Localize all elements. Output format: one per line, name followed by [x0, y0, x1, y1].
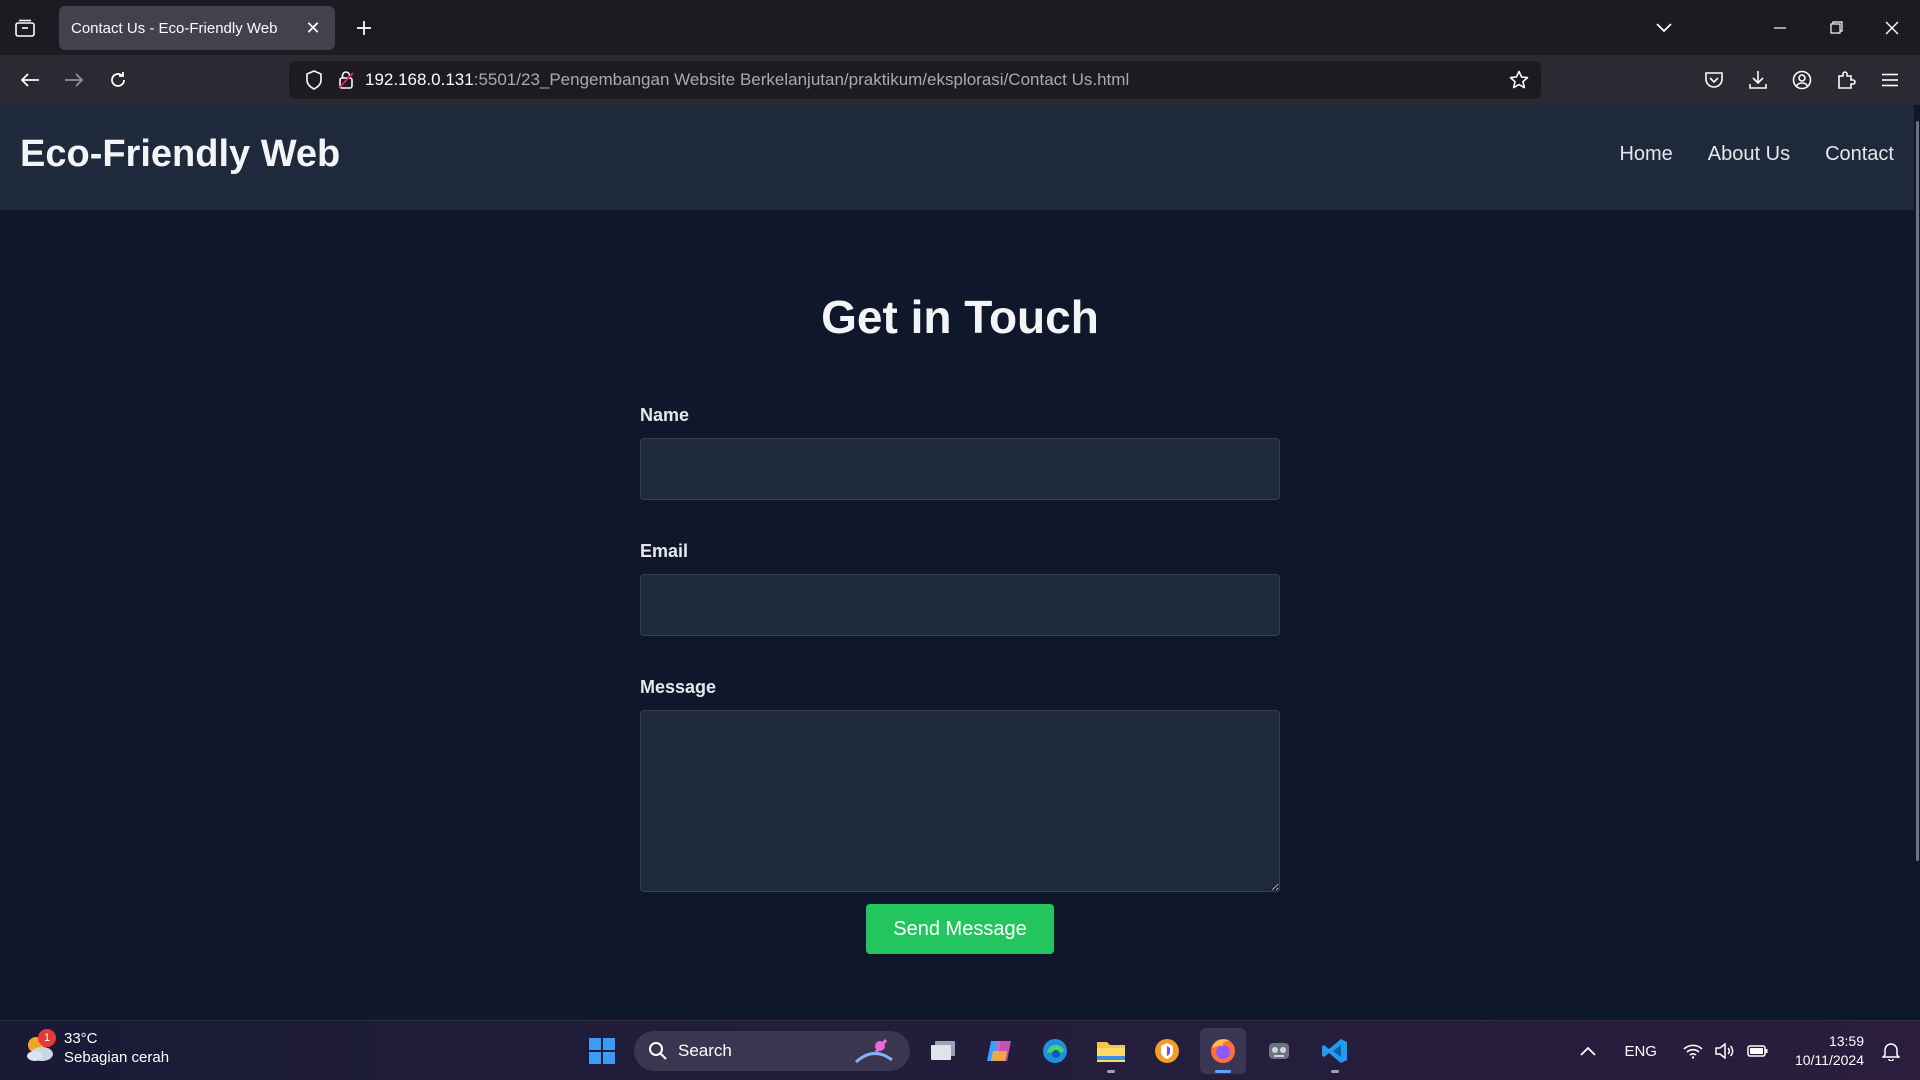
search-highlight-icon: [855, 1039, 893, 1064]
page-scrollbar[interactable]: [1914, 105, 1920, 1020]
tab-close-icon[interactable]: ✕: [303, 18, 323, 39]
scrollbar-thumb[interactable]: [1916, 121, 1919, 861]
restore-icon[interactable]: [1808, 0, 1864, 55]
url-path: :5501/23_Pengembangan Website Berkelanju…: [473, 70, 1130, 89]
tracking-shield-icon[interactable]: [301, 67, 327, 93]
language-indicator[interactable]: ENG: [1624, 1043, 1657, 1060]
reload-icon[interactable]: [96, 60, 140, 100]
tab-list-chevron-icon[interactable]: [1636, 0, 1692, 55]
minimize-icon[interactable]: [1752, 0, 1808, 55]
toolbar-right: [1692, 60, 1912, 100]
taskbar: 1 33°C Sebagian cerah Search ENG 13:59 1…: [0, 1020, 1920, 1080]
weather-desc: Sebagian cerah: [64, 1049, 170, 1066]
contact-form: Name Email Message: [640, 405, 1280, 933]
tab-title: Contact Us - Eco-Friendly Web: [71, 19, 278, 37]
clock-time: 13:59: [1828, 1033, 1864, 1049]
email-label: Email: [640, 541, 689, 561]
vscode-icon[interactable]: [1312, 1028, 1358, 1074]
taskbar-clock[interactable]: 13:59 10/11/2024: [1795, 1032, 1864, 1070]
send-message-button[interactable]: Send Message: [866, 904, 1054, 954]
window-controls: [1636, 0, 1920, 55]
message-group: Message: [640, 677, 1280, 892]
name-label: Name: [640, 405, 690, 425]
nav-link-about-us[interactable]: About Us: [1708, 143, 1790, 166]
search-icon: [649, 1042, 667, 1060]
battery-icon[interactable]: [1747, 1044, 1769, 1058]
browser-tab-bar: Contact Us - Eco-Friendly Web ✕: [0, 0, 1920, 55]
forward-arrow-icon[interactable]: [52, 60, 96, 100]
new-tab-icon[interactable]: [348, 12, 380, 44]
pocket-icon[interactable]: [1692, 60, 1736, 100]
task-view-icon[interactable]: [920, 1028, 966, 1074]
weather-badge: 1: [38, 1029, 56, 1047]
browser-toolbar: 192.168.0.131 :5501/23_Pengembangan Webs…: [0, 55, 1920, 105]
message-label: Message: [640, 677, 717, 697]
url-host: 192.168.0.131: [365, 70, 474, 89]
menu-hamburger-icon[interactable]: [1868, 60, 1912, 100]
vscode-running-indicator: [1331, 1070, 1339, 1073]
site-header: Eco-Friendly Web Home About Us Contact: [0, 105, 1914, 210]
clock-date: 10/11/2024: [1794, 1052, 1864, 1068]
windows-start-icon[interactable]: [580, 1029, 624, 1073]
site-logo[interactable]: Eco-Friendly Web: [20, 133, 340, 176]
weather-temp: 33°C: [64, 1030, 98, 1047]
partly-cloudy-icon: 1: [22, 1029, 56, 1065]
address-bar[interactable]: 192.168.0.131 :5501/23_Pengembangan Webs…: [289, 61, 1541, 99]
page-viewport: Eco-Friendly Web Home About Us Contact G…: [0, 105, 1920, 1020]
chevron-up-icon[interactable]: [1580, 1046, 1597, 1056]
email-group: Email: [640, 541, 1280, 636]
page-title: Get in Touch: [821, 291, 1099, 343]
taskbar-search[interactable]: Search: [634, 1031, 910, 1071]
weather-widget[interactable]: 1 33°C Sebagian cerah: [22, 1029, 169, 1067]
browser-tab-active[interactable]: Contact Us - Eco-Friendly Web ✕: [59, 6, 335, 50]
edge-browser-icon[interactable]: [1032, 1028, 1078, 1074]
account-icon[interactable]: [1780, 60, 1824, 100]
close-window-icon[interactable]: [1864, 0, 1920, 55]
nav-link-contact[interactable]: Contact: [1825, 143, 1894, 166]
insecure-lock-icon[interactable]: [333, 67, 359, 93]
notification-bell-icon[interactable]: [1882, 1041, 1900, 1061]
nav-link-home[interactable]: Home: [1619, 143, 1672, 166]
tab-overview-icon[interactable]: [0, 0, 50, 55]
file-explorer-running-indicator: [1107, 1070, 1115, 1073]
proton-vpn-icon[interactable]: [1144, 1028, 1190, 1074]
wifi-icon[interactable]: [1683, 1043, 1703, 1059]
app-icon[interactable]: [1256, 1028, 1302, 1074]
search-label: Search: [678, 1041, 732, 1060]
file-explorer-icon[interactable]: [1088, 1028, 1134, 1074]
name-group: Name: [640, 405, 1280, 500]
volume-icon[interactable]: [1715, 1043, 1735, 1059]
downloads-icon[interactable]: [1736, 60, 1780, 100]
bookmark-star-icon[interactable]: [1509, 70, 1529, 90]
firefox-running-indicator: [1215, 1070, 1231, 1073]
name-input[interactable]: [640, 438, 1280, 500]
taskbar-apps: Search: [580, 1028, 1358, 1074]
email-input[interactable]: [640, 574, 1280, 636]
copilot-icon[interactable]: [976, 1028, 1022, 1074]
firefox-icon[interactable]: [1200, 1028, 1246, 1074]
system-tray: ENG 13:59 10/11/2024: [1580, 1029, 1900, 1073]
site-nav: Home About Us Contact: [1619, 143, 1894, 166]
message-textarea[interactable]: [640, 710, 1280, 892]
back-arrow-icon[interactable]: [8, 60, 52, 100]
extensions-icon[interactable]: [1824, 60, 1868, 100]
weather-text: 33°C Sebagian cerah: [64, 1029, 169, 1067]
